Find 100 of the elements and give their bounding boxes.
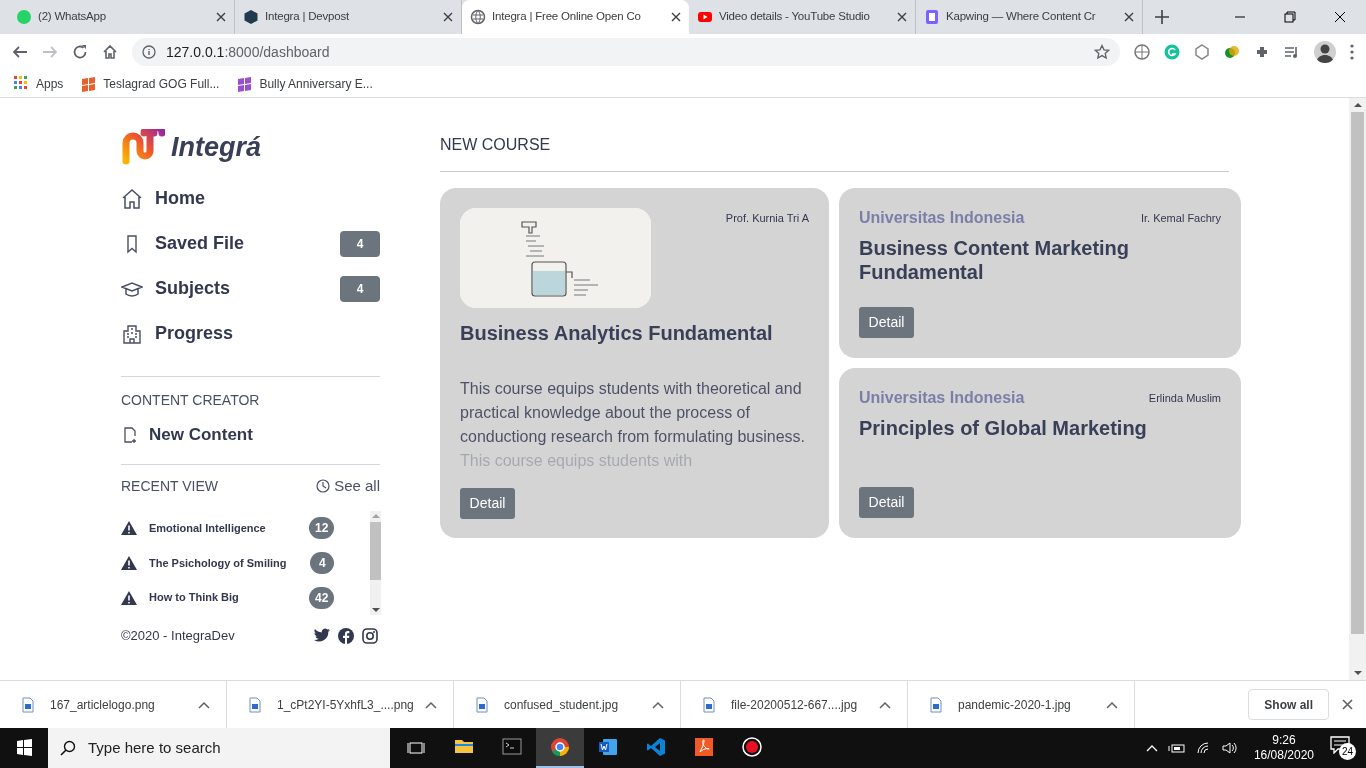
university-name: Universitas Indonesia (859, 388, 1025, 408)
file-icon (703, 696, 715, 713)
new-file-icon[interactable] (121, 426, 139, 444)
see-all-link[interactable]: See all (316, 474, 380, 498)
flag-icon (237, 75, 252, 92)
close-icon[interactable] (1334, 11, 1346, 23)
url-text: 127.0.0.1:8000/dashboard (166, 42, 330, 62)
twitter-icon[interactable] (314, 627, 330, 642)
more-icon[interactable] (1350, 44, 1354, 60)
close-icon[interactable] (1124, 12, 1134, 22)
caret-up-icon[interactable] (652, 700, 664, 709)
caret-up-icon[interactable] (1106, 700, 1118, 709)
recent-course-link[interactable]: The Psichology of Smiling (149, 554, 309, 572)
nav-link[interactable]: Progress (155, 320, 234, 347)
playlist-icon[interactable] (1284, 44, 1300, 60)
instagram-icon[interactable] (362, 627, 378, 644)
tab-title: Integra | Devpost (265, 9, 349, 25)
file-name: file-20200512-667....jpg (731, 696, 858, 714)
close-icon[interactable] (671, 12, 681, 22)
facebook-icon[interactable] (338, 627, 354, 644)
course-title: Business Content Marketing Fundamental (859, 236, 1131, 284)
extension-icon[interactable] (1194, 44, 1210, 60)
instructor-name: Ir. Kemal Fachry (1140, 210, 1221, 226)
search-placeholder: Type here to search (88, 737, 221, 758)
count-badge: 4 (340, 230, 380, 257)
bookmark-link[interactable]: Apps (14, 74, 64, 93)
search-field[interactable]: Type here to search (48, 728, 390, 768)
tab-favicon-icon (470, 9, 486, 25)
avatar-icon[interactable] (1314, 41, 1336, 63)
battery-icon[interactable] (1167, 742, 1186, 754)
building-icon[interactable] (121, 322, 143, 345)
chrome-icon[interactable] (550, 737, 570, 757)
tab-favicon-icon (243, 9, 259, 25)
clock-date[interactable]: 16/08/2020 (1253, 748, 1314, 763)
tab-favicon-icon (697, 9, 713, 25)
reload-icon[interactable] (72, 44, 88, 60)
restore-icon[interactable] (1284, 11, 1296, 23)
scrollbar[interactable] (370, 511, 382, 615)
back-icon[interactable] (12, 44, 28, 60)
home-icon[interactable] (102, 44, 118, 60)
close-icon[interactable] (216, 12, 226, 22)
bookmark-link[interactable]: Bully Anniversary E... (237, 74, 373, 93)
close-icon[interactable] (897, 12, 907, 22)
address-field[interactable]: 127.0.0.1:8000/dashboard (132, 38, 1120, 66)
file-icon (476, 696, 488, 713)
word-icon[interactable] (598, 737, 618, 757)
close-icon[interactable] (1342, 699, 1353, 710)
tab-title: Kapwing — Where Content Cr (946, 9, 1096, 25)
forward-icon (42, 44, 58, 60)
browser-tab[interactable]: Integra | Free Online Open Co (462, 0, 689, 34)
star-icon[interactable] (1094, 44, 1110, 60)
count-badge: 4 (310, 552, 335, 574)
pdf-icon[interactable] (694, 737, 714, 757)
warning-icon (121, 590, 137, 605)
caret-up-icon[interactable] (425, 700, 437, 709)
tab-favicon-icon (16, 9, 32, 25)
detail-button[interactable]: Detail (859, 307, 914, 338)
detail-button[interactable]: Detail (460, 488, 515, 519)
nav-link[interactable]: New Content (149, 422, 253, 448)
caret-up-icon[interactable] (198, 700, 210, 709)
scroll-down-icon[interactable] (1353, 670, 1362, 676)
section-heading: NEW COURSE (440, 135, 552, 155)
logo-icon (121, 129, 165, 165)
warning-icon (121, 521, 137, 536)
notification-badge: 24 (1339, 743, 1356, 760)
scroll-up-icon[interactable] (1353, 102, 1362, 108)
detail-button[interactable]: Detail (859, 487, 914, 518)
scroll-down-icon[interactable] (371, 607, 380, 613)
file-name: confused_student.jpg (504, 696, 619, 714)
section-heading: RECENT VIEW (121, 476, 218, 496)
apps-grid-icon (14, 75, 28, 92)
count-badge: 42 (309, 586, 335, 609)
bookmark-link[interactable]: Teslagrad GOG Full... (81, 74, 220, 93)
volume-icon[interactable] (1221, 741, 1238, 755)
record-icon[interactable] (742, 737, 762, 757)
task-view-icon[interactable] (407, 739, 425, 757)
nav-link[interactable]: Subjects (155, 275, 231, 302)
recent-course-link[interactable]: Emotional Intelligence (149, 520, 309, 537)
new-tab-icon[interactable] (1155, 10, 1169, 24)
clock-time[interactable]: 9:26 (1272, 733, 1296, 748)
file-icon (930, 696, 942, 713)
scrollbar[interactable] (1349, 98, 1366, 680)
tab-title: Integra | Free Online Open Co (492, 9, 641, 25)
close-icon[interactable] (443, 12, 453, 22)
show-all-button[interactable]: Show all (1248, 689, 1329, 720)
terminal-icon[interactable] (502, 737, 522, 757)
nav-link[interactable]: Saved File (155, 230, 245, 257)
recent-course-link[interactable]: How to Think Big (149, 589, 309, 606)
instructor-name: Erlinda Muslim (1148, 390, 1221, 406)
extension-icon[interactable] (1224, 44, 1240, 60)
instructor-name: Prof. Kurnia Tri A (725, 211, 809, 226)
section-heading: CONTENT CREATOR (121, 391, 261, 408)
file-name: 167_articlelogo.png (50, 696, 155, 714)
chevron-up-icon[interactable] (1145, 744, 1158, 752)
info-icon (142, 45, 156, 59)
nav-link[interactable]: Home (155, 185, 205, 212)
caret-up-icon[interactable] (879, 700, 891, 709)
globe-icon[interactable] (1134, 44, 1150, 60)
code-editor-icon[interactable] (646, 737, 666, 757)
home-icon[interactable] (121, 187, 143, 210)
